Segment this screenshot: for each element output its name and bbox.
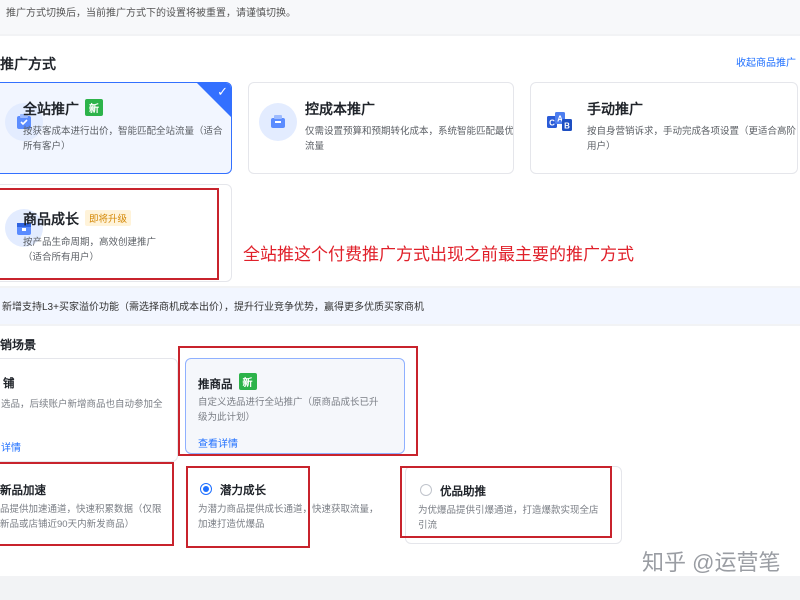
scene-card-desc: 选品，后续账户新增商品也自动参加全 — [1, 399, 163, 410]
watermark: 知乎 @运营笔 — [642, 550, 781, 575]
switch-warning-notice: 推广方式切换后，当前推广方式下的设置将被重置，请谨慎切换。 — [0, 0, 800, 34]
info-strip-text: 新增支持L3+买家溢价功能（需选择商机成本出价），提升行业竞争优势，赢得更多优质… — [2, 302, 424, 313]
highlight-box-product-scene — [178, 346, 418, 456]
mode-card-title: 全站推广新 — [23, 99, 103, 119]
new-badge: 新 — [85, 99, 103, 116]
svg-text:B: B — [564, 122, 570, 131]
mode-card-site-wide[interactable]: 全站推广新 按获客成本进行出价，智能匹配全站流量（适合所有客户） ✓ — [0, 82, 232, 174]
highlight-box-potential-growth — [186, 466, 310, 548]
marketing-scene-panel: 销场景 铺 选品，后续账户新增商品也自动参加全 详情 推商品新 自定义选品进行全… — [0, 326, 800, 576]
highlight-box-new-product — [0, 462, 174, 546]
coin-bag-icon — [259, 103, 297, 141]
cab-letters-icon: CAB — [541, 103, 579, 141]
scene-card-title: 铺 — [3, 378, 15, 390]
mode-card-desc: 按获客成本进行出价，智能匹配全站流量（适合所有客户） — [23, 126, 223, 152]
mode-card-desc: 仅需设置预算和预期转化成本，系统智能匹配最优流量 — [305, 126, 514, 152]
check-icon: ✓ — [217, 84, 228, 99]
collapse-product-promotion-link[interactable]: 收起商品推广 — [736, 54, 796, 69]
svg-text:C: C — [549, 119, 555, 128]
highlight-box-product-growth — [0, 188, 219, 280]
scene-section-title: 销场景 — [0, 338, 37, 352]
mode-card-manual[interactable]: CAB 手动推广 按自身营销诉求，手动完成各项设置（更适合高阶用户） — [530, 82, 798, 174]
bottom-bar — [0, 578, 800, 600]
highlight-box-quality-boost — [400, 466, 612, 538]
promotion-mode-title: 推广方式 — [0, 56, 56, 72]
mode-card-title: 控成本推广 — [305, 101, 375, 117]
scene-card-shop[interactable]: 铺 选品，后续账户新增商品也自动参加全 详情 — [0, 358, 178, 462]
notice-text: 推广方式切换后，当前推广方式下的设置将被重置，请谨慎切换。 — [6, 8, 296, 19]
scene-details-link[interactable]: 详情 — [1, 439, 21, 454]
mode-card-cost-control[interactable]: 控成本推广 仅需设置预算和预期转化成本，系统智能匹配最优流量 — [248, 82, 514, 174]
annotation-text: 全站推这个付费推广方式出现之前最主要的推广方式 — [243, 245, 634, 264]
mode-card-desc: 按自身营销诉求，手动完成各项设置（更适合高阶用户） — [587, 126, 797, 152]
info-strip: 新增支持L3+买家溢价功能（需选择商机成本出价），提升行业竞争优势，赢得更多优质… — [0, 288, 800, 324]
mode-card-title: 手动推广 — [587, 101, 643, 117]
